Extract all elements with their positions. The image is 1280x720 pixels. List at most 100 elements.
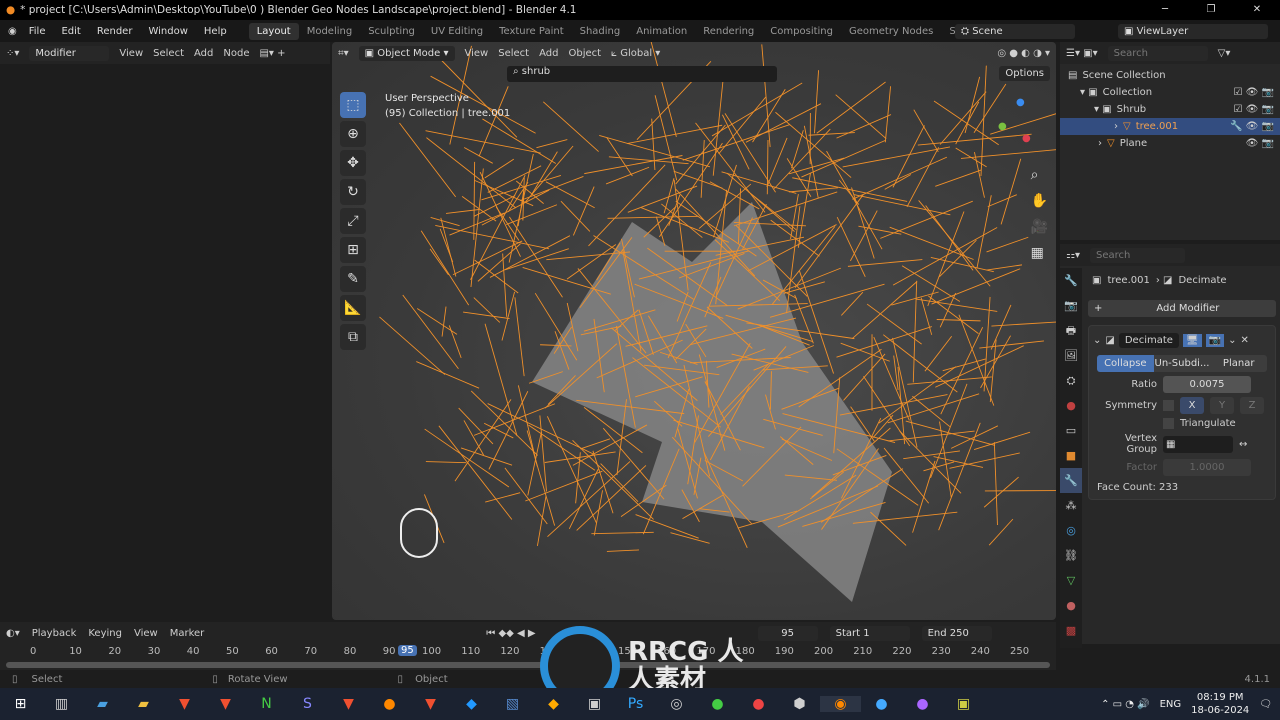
node-editor[interactable]: ⁘▾ Modifier View Select Add Node ▤▾ + (0, 42, 330, 620)
timeline-scrollbar[interactable] (6, 662, 1050, 668)
app-icon[interactable]: ◆ (533, 696, 574, 712)
tool-tab-icon[interactable]: 🔧 (1060, 268, 1082, 293)
outliner-item-plane[interactable]: › ▽ Plane 👁 📷 (1060, 135, 1280, 152)
task-view-icon[interactable]: ▥ (41, 696, 82, 712)
scene-tab-icon[interactable]: ⛭ (1060, 368, 1082, 393)
node-tree-type-dropdown[interactable]: Modifier (29, 45, 110, 61)
vscode-icon[interactable]: ◆ (451, 696, 492, 712)
ratio-field[interactable]: 0.0075 (1163, 376, 1251, 393)
menu-object[interactable]: Object (568, 48, 601, 59)
editor-type-icon[interactable]: ⚏▾ (1066, 250, 1080, 261)
tab-compositing[interactable]: Compositing (762, 23, 841, 40)
obs-icon[interactable]: ◎ (656, 696, 697, 712)
tab-texture-paint[interactable]: Texture Paint (491, 23, 572, 40)
slot-icon[interactable]: ▤▾ + (259, 48, 285, 59)
menu-window[interactable]: Window (140, 26, 195, 37)
tab-shading[interactable]: Shading (572, 23, 629, 40)
factor-field[interactable]: 1.0000 (1163, 459, 1251, 476)
photoshop-icon[interactable]: Ps (615, 696, 656, 712)
scene-selector[interactable]: ⛭ Scene (955, 23, 1075, 39)
blender-menu-icon[interactable]: ◉ (8, 26, 17, 37)
measure-tool-icon[interactable]: 📐 (340, 295, 366, 321)
triangulate-checkbox[interactable] (1163, 418, 1174, 429)
app-icon[interactable]: S (287, 696, 328, 712)
particles-tab-icon[interactable]: ⁂ (1060, 493, 1082, 518)
outliner[interactable]: ☰▾ ▣▾ Search ▽▾ ▤ Scene Collection ▾ ▣ Col… (1060, 42, 1280, 240)
select-box-tool-icon[interactable]: ⬚ (340, 92, 366, 118)
menu-view[interactable]: View (119, 48, 143, 59)
app-icon[interactable]: ▣ (943, 696, 984, 712)
menu-help[interactable]: Help (196, 26, 235, 37)
annotate-tool-icon[interactable]: ✎ (340, 266, 366, 292)
app-icon[interactable]: ⬢ (779, 696, 820, 712)
menu-playback[interactable]: Playback (32, 628, 77, 639)
perspective-grid-icon[interactable]: ▦ (1031, 240, 1048, 266)
tab-animation[interactable]: Animation (628, 23, 695, 40)
chrome-icon[interactable]: ● (697, 696, 738, 712)
add-cube-tool-icon[interactable]: ⧉ (340, 324, 366, 350)
render-tab-icon[interactable]: 📷 (1060, 293, 1082, 318)
zoom-icon[interactable]: ⌕ (1031, 162, 1048, 188)
chrome-icon[interactable]: ● (738, 696, 779, 712)
menu-select[interactable]: Select (153, 48, 184, 59)
minimize-button[interactable]: ─ (1142, 0, 1188, 20)
filter-search-input[interactable]: ⌕ shrub (507, 66, 777, 82)
frame-ruler[interactable]: 0102030405060708090100110120130140150160… (0, 645, 1056, 660)
filter-icon[interactable]: ▽▾ (1218, 48, 1231, 59)
menu-file[interactable]: File (21, 26, 54, 37)
collection-tab-icon[interactable]: ▭ (1060, 418, 1082, 443)
texture-tab-icon[interactable]: ▩ (1060, 618, 1082, 643)
firefox-icon[interactable]: ● (369, 696, 410, 712)
outliner-item-scene-collection[interactable]: ▤ Scene Collection (1060, 67, 1280, 84)
playback-controls[interactable]: ⏮ ◆◆ ◀ ▶ (486, 628, 535, 639)
camera-view-icon[interactable]: 🎥 (1031, 214, 1048, 240)
blender-taskbar-icon[interactable]: ◉ (820, 696, 861, 712)
orientation-dropdown[interactable]: ⟀ Global ▾ (611, 48, 660, 59)
brave-icon[interactable]: ▼ (205, 696, 246, 712)
symmetry-checkbox[interactable] (1163, 400, 1174, 411)
data-tab-icon[interactable]: ▽ (1060, 568, 1082, 593)
tab-layout[interactable]: Layout (248, 22, 299, 40)
show-render-icon[interactable]: 📷 (1205, 333, 1225, 347)
invert-icon[interactable]: ↔ (1239, 439, 1247, 450)
display-mode-icon[interactable]: ☰▾ ▣▾ (1066, 48, 1098, 59)
constraints-tab-icon[interactable]: ⛓ (1060, 543, 1082, 568)
remove-modifier-icon[interactable]: ✕ (1240, 335, 1248, 346)
physics-tab-icon[interactable]: ◎ (1060, 518, 1082, 543)
app-icon[interactable]: ▧ (492, 696, 533, 712)
menu-view[interactable]: View (465, 48, 489, 59)
transform-tool-icon[interactable]: ⊞ (340, 237, 366, 263)
menu-keying[interactable]: Keying (88, 628, 122, 639)
world-tab-icon[interactable]: ● (1060, 393, 1082, 418)
editor-type-icon[interactable]: ⌗▾ (338, 48, 349, 59)
menu-view[interactable]: View (134, 628, 158, 639)
tab-geometry-nodes[interactable]: Geometry Nodes (841, 23, 941, 40)
menu-node[interactable]: Node (223, 48, 249, 59)
navigation-gizmo[interactable]: ● ● ● (996, 97, 1046, 147)
app-icon[interactable]: ▣ (574, 696, 615, 712)
vertex-group-field[interactable]: ▦ (1163, 435, 1233, 453)
material-tab-icon[interactable]: ● (1060, 593, 1082, 618)
clock[interactable]: 08:19 PM 18-06-2024 (1191, 691, 1249, 717)
shading-buttons[interactable]: ◎ ● ◐ ◑ ▾ (997, 48, 1050, 59)
outliner-item-collection[interactable]: ▾ ▣ Collection ☑ 👁 📷 (1060, 84, 1280, 101)
outliner-search-input[interactable]: Search (1107, 45, 1208, 61)
outliner-item-shrub[interactable]: ▾ ▣ Shrub ☑ 👁 📷 (1060, 101, 1280, 118)
cursor-tool-icon[interactable]: ⊕ (340, 121, 366, 147)
current-frame-field[interactable]: 95 (757, 625, 818, 641)
app-icon[interactable]: ▰ (82, 696, 123, 712)
close-button[interactable]: ✕ (1234, 0, 1280, 20)
start-frame-field[interactable]: Start 1 (829, 625, 910, 641)
end-frame-field[interactable]: End 250 (921, 625, 992, 641)
axis-z[interactable]: Z (1240, 397, 1264, 414)
menu-marker[interactable]: Marker (170, 628, 205, 639)
tab-un-subdivide[interactable]: Un-Subdi... (1153, 355, 1211, 372)
maximize-button[interactable]: ❐ (1188, 0, 1234, 20)
rotate-tool-icon[interactable]: ↻ (340, 179, 366, 205)
options-dropdown[interactable]: Options (999, 66, 1050, 81)
tab-rendering[interactable]: Rendering (695, 23, 762, 40)
brave-icon[interactable]: ▼ (328, 696, 369, 712)
tab-planar[interactable]: Planar (1210, 355, 1268, 372)
axis-y[interactable]: Y (1210, 397, 1234, 414)
collapse-chevron-icon[interactable]: ⌄ (1093, 335, 1101, 346)
